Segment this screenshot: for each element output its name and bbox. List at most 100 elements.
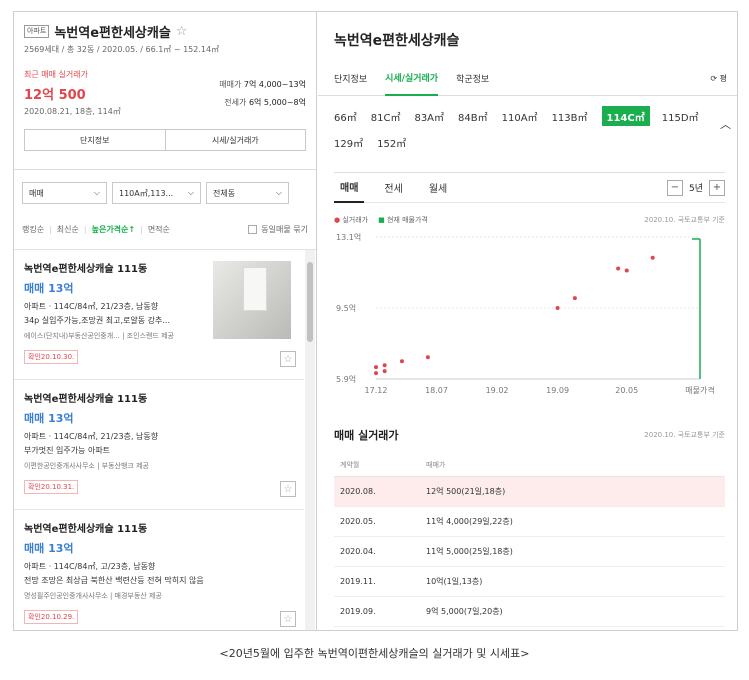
favorite-star-icon[interactable]: ☆ <box>280 351 296 367</box>
sale-range: 7억 4,000~13억 <box>243 80 306 89</box>
area-chips: 66㎡ 81C㎡ 83A㎡ 84B㎡ 110A㎡ 113B㎡ 114C㎡ 115… <box>318 96 737 158</box>
area-chip-selected[interactable]: 114C㎡ <box>601 106 650 126</box>
minus-icon[interactable]: − <box>666 179 683 196</box>
building-select[interactable]: 전체동 ⌵ <box>206 182 289 204</box>
area-chip[interactable]: 81C㎡ <box>371 106 401 126</box>
tab-price[interactable]: 시세/실거래가 <box>385 62 439 96</box>
transaction-point <box>382 369 387 374</box>
recent-price-date: 2020.08.21, 18층, 114㎡ <box>24 107 121 116</box>
favorite-star-icon[interactable]: ☆ <box>176 24 188 39</box>
transaction-point <box>650 255 655 260</box>
area-chip[interactable]: 66㎡ <box>334 106 357 126</box>
tx-month: 2019.11. <box>334 566 426 597</box>
x-tick-label: 19.09 <box>546 386 569 395</box>
sort-area[interactable]: 면적순 <box>148 224 170 235</box>
chevron-up-icon[interactable]: ︿ <box>720 116 731 132</box>
tx-price: 11억 5,000(25일,18층) <box>426 536 725 567</box>
sort-high-price[interactable]: 높은가격순↑ <box>92 224 136 235</box>
listing-desc: 부가멋진 입주가능 아파트 <box>24 446 111 455</box>
complex-title: 녹번역e편한세상캐슬 <box>54 26 171 41</box>
table-row[interactable]: 2020.08. 12억 500(21일,18층) <box>334 476 725 507</box>
table-row[interactable]: 2019.09. 9억 5,000(7일,20층) <box>334 596 725 627</box>
table-row[interactable]: 2019.11. 10억(1일,13층) <box>334 566 725 597</box>
same-listing-toggle[interactable]: 동일매물 묶기 <box>248 224 308 235</box>
listing-photo[interactable] <box>213 261 291 339</box>
chart-source: 2020.10. 국토교통부 기준 <box>644 216 725 224</box>
chart-tabs: 매매 전세 월세 − 5년 + <box>334 173 725 203</box>
area-chip[interactable]: 152㎡ <box>377 132 406 152</box>
x-tick-label: 17.12 <box>365 386 388 395</box>
area-chip[interactable]: 113B㎡ <box>552 106 588 126</box>
jeonse-range-label: 전세가 <box>224 98 247 107</box>
x-tick-label: 매물가격 <box>685 385 714 395</box>
listing-title: 녹번역e편한세상캐슬 111동 <box>24 394 148 405</box>
checkbox[interactable] <box>248 225 258 234</box>
scroll-thumb[interactable] <box>307 262 313 342</box>
confirm-badge: 확인20.10.29. <box>24 610 79 624</box>
price-info-button[interactable]: 시세/실거래가 <box>165 129 306 151</box>
transaction-point <box>624 268 629 273</box>
tx-price: 11억 4,000(29일,22층) <box>426 506 725 537</box>
area-chip[interactable]: 129㎡ <box>334 132 363 152</box>
transaction-point <box>399 359 404 364</box>
area-chip[interactable]: 110A㎡ <box>502 106 538 126</box>
tx-month: 2020.04. <box>334 536 426 567</box>
filter-bar: 매매 ⌵ 110A㎡,113... ⌵ 전체동 ⌵ <box>14 170 316 210</box>
trade-type-value: 매매 <box>29 188 44 198</box>
chevron-down-icon: ⌵ <box>93 188 100 197</box>
chart-tab-sale[interactable]: 매매 <box>334 173 365 203</box>
listing-desc: 34p 실입주가능,조망권 최고,로얄동 강추... <box>24 316 171 325</box>
recent-price-label: 최근 매매 실거래가 <box>24 70 88 79</box>
sort-latest[interactable]: 최신순 <box>57 224 79 235</box>
transaction-table: 계약월 매매가 2020.08. 12억 500(21일,18층) 2020.05… <box>334 454 725 627</box>
area-value: 110A㎡,113... <box>119 188 174 198</box>
table-row[interactable]: 2020.05. 11억 4,000(29일,22층) <box>334 506 725 537</box>
listing-card[interactable]: 녹번역e편한세상캐슬 111동 매매 13억 아파트 · 114C/84㎡, 2… <box>14 380 304 510</box>
area-chip[interactable]: 84B㎡ <box>458 106 488 126</box>
complex-info-button[interactable]: 단지정보 <box>24 129 166 151</box>
x-tick-label: 19.02 <box>486 386 509 395</box>
tx-price: 12억 500(21일,18층) <box>426 476 725 507</box>
chart-tab-monthly[interactable]: 월세 <box>423 173 453 203</box>
same-listing-label: 동일매물 묶기 <box>261 225 308 234</box>
x-tick-label: 18.07 <box>425 386 448 395</box>
area-chip[interactable]: 83A㎡ <box>414 106 444 126</box>
y-tick-label: 13.1억 <box>336 232 361 242</box>
sort-ranking[interactable]: 랭킹순 <box>22 224 44 235</box>
confirm-badge: 확인20.10.31. <box>24 480 79 494</box>
chart-tab-jeonse[interactable]: 전세 <box>378 173 408 203</box>
transaction-point <box>425 355 430 360</box>
listing-card[interactable]: 녹번역e편한세상캐슬 111동 매매 13억 아파트 · 114C/84㎡, 고… <box>14 510 304 630</box>
favorite-star-icon[interactable]: ☆ <box>280 611 296 627</box>
favorite-star-icon[interactable]: ☆ <box>280 481 296 497</box>
recent-price: 12억 500 <box>24 88 86 103</box>
complex-summary: 아파트 녹번역e편한세상캐슬 ☆ 2569세대 / 총 32동 / 2020.0… <box>14 12 316 170</box>
tab-school[interactable]: 학군정보 <box>456 62 489 96</box>
tx-month: 2020.05. <box>334 506 426 537</box>
listing-desc: 전망 조망은 최상급 북한산 백련산등 전혀 막히지 않음 <box>24 576 204 585</box>
listing-scrollbar[interactable] <box>305 250 315 630</box>
x-tick-label: 20.05 <box>615 386 638 395</box>
tx-price: 9억 5,000(7일,20층) <box>426 596 725 627</box>
tx-month: 2019.09. <box>334 596 426 627</box>
legend-current: 현재 매물가격 <box>386 216 428 224</box>
transaction-point <box>572 296 577 301</box>
legend-green-square-icon: ■ <box>378 216 385 224</box>
area-select[interactable]: 110A㎡,113... ⌵ <box>112 182 201 204</box>
jeonse-range: 6억 5,000~8억 <box>248 98 306 107</box>
plus-icon[interactable]: + <box>709 179 725 196</box>
sort-bar: 랭킹순 | 최신순 | 높은가격순↑ | 면적순 동일매물 묶기 <box>14 210 316 250</box>
chevron-down-icon: ⌵ <box>187 188 194 197</box>
table-row[interactable]: 2020.04. 11억 5,000(25일,18층) <box>334 536 725 567</box>
listing-card[interactable]: 녹번역e편한세상캐슬 111동 매매 13억 아파트 · 114C/84㎡, 2… <box>14 250 304 380</box>
tab-complex-info[interactable]: 단지정보 <box>334 62 367 96</box>
y-tick-label: 5.9억 <box>336 374 356 384</box>
transaction-header: 매매 실거래가 2020.10. 국토교통부 기준 <box>334 427 725 443</box>
apartment-badge: 아파트 <box>24 25 50 38</box>
area-chip[interactable]: 115D㎡ <box>662 106 699 126</box>
pyeong-toggle[interactable]: ⟳ 평 <box>710 73 727 84</box>
trade-type-select[interactable]: 매매 ⌵ <box>22 182 107 204</box>
price-scatter-chart: 13.1억 9.5억 5.9억 17.12 18.07 19.02 19.09 20.05 매물… <box>336 232 715 395</box>
listing-list: 녹번역e편한세상캐슬 111동 매매 13억 아파트 · 114C/84㎡, 2… <box>14 250 304 630</box>
complex-meta: 2569세대 / 총 32동 / 2020.05. / 66.1㎡ ~ 152.… <box>24 45 220 54</box>
